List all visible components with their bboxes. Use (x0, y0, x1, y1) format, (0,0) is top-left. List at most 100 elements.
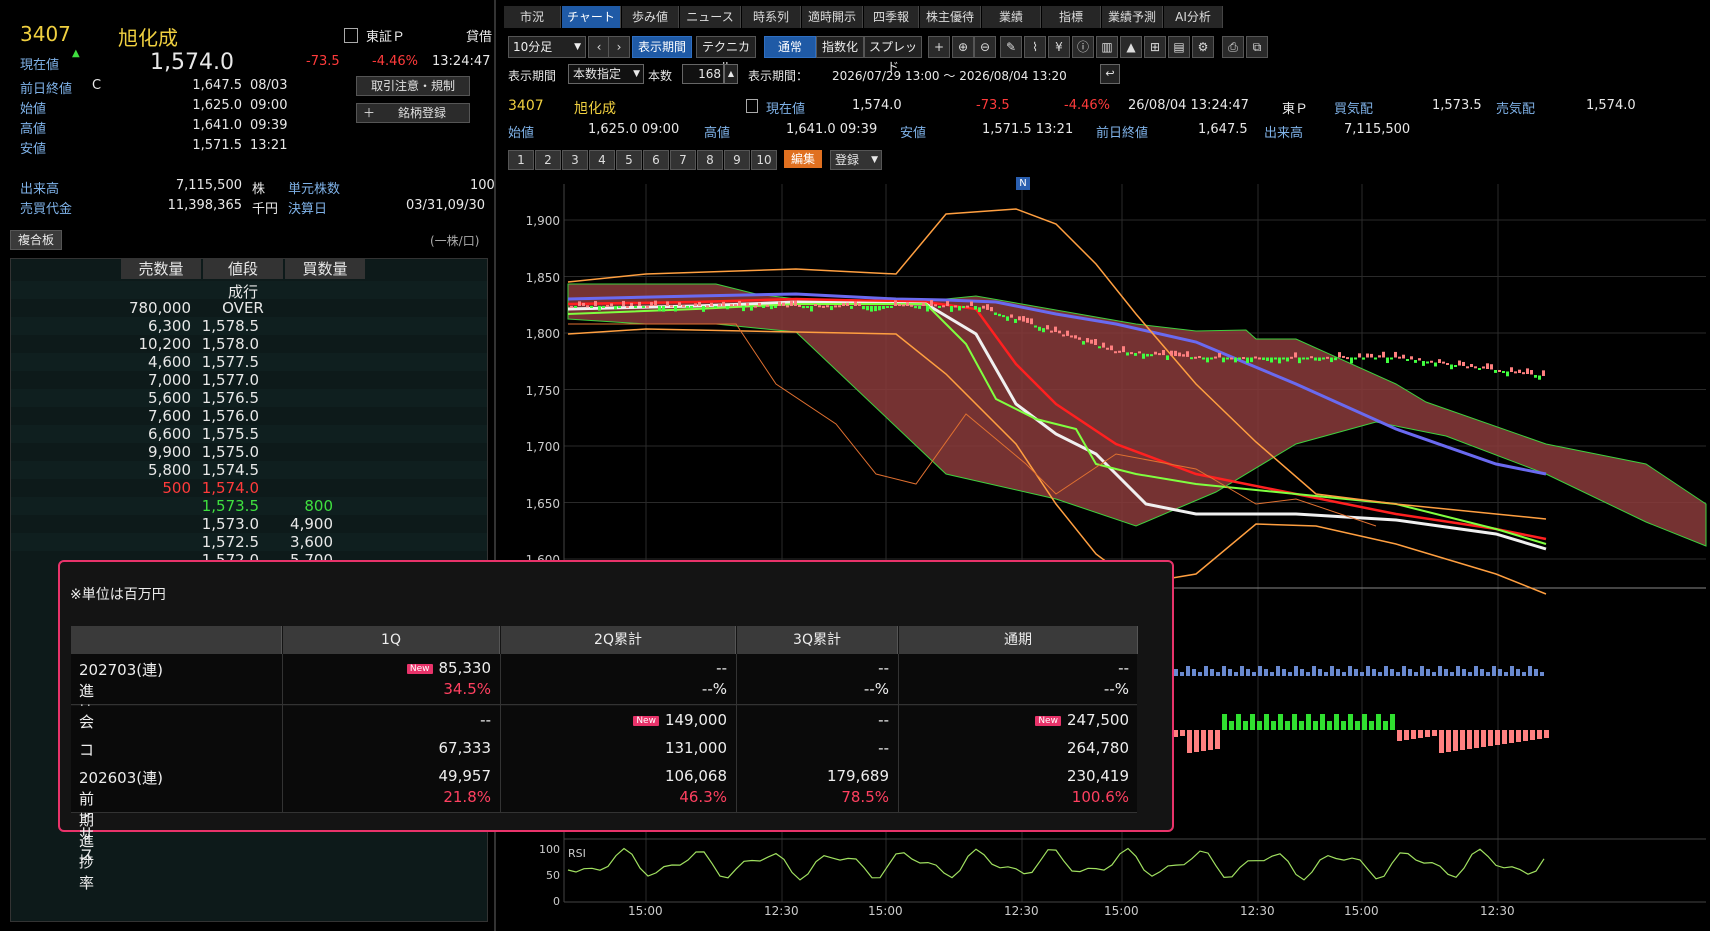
news-marker-icon[interactable]: N (1016, 177, 1030, 190)
book-price[interactable]: 1,576.5 (197, 389, 259, 407)
candle (946, 301, 949, 306)
next-icon[interactable]: › (608, 36, 630, 58)
ch-volume: 7,115,500 (1344, 122, 1411, 137)
tab-9[interactable]: 指標 (1042, 6, 1101, 28)
tab-6[interactable]: 四季報 (864, 6, 919, 28)
book-price[interactable]: 1,575.5 (197, 425, 259, 443)
chart-register-select[interactable]: 登録 ▼ (830, 150, 882, 170)
period-mode-select[interactable]: 本数指定 ▼ (568, 64, 644, 84)
book-row[interactable]: 6,600 1,575.5 (11, 425, 487, 443)
spread-button[interactable]: スプレッド (864, 36, 922, 74)
book-row[interactable]: 1,573.5 800 (11, 497, 487, 515)
interval-select[interactable]: 10分足 ▼ (508, 36, 586, 58)
zoom-out-icon[interactable]: ⊖ (974, 36, 996, 58)
memo-icon[interactable] (344, 28, 358, 43)
candle (1210, 357, 1213, 360)
candle (1246, 357, 1249, 364)
book-price[interactable]: 1,577.0 (197, 371, 259, 389)
wrench-icon[interactable]: ⚙ (1192, 36, 1214, 58)
register-button[interactable]: ＋ 銘柄登録 (356, 103, 470, 123)
chart-tab-3[interactable]: 3 (562, 150, 588, 170)
book-row[interactable]: 6,300 1,578.5 (11, 317, 487, 335)
chart-tab-1[interactable]: 1 (508, 150, 534, 170)
chart-tab-10[interactable]: 10 (751, 150, 777, 170)
zoom-in-icon[interactable]: ⊕ (952, 36, 974, 58)
book-sell-qty: 500 (162, 479, 191, 497)
book-price[interactable]: 1,577.5 (197, 353, 259, 371)
book-price[interactable]: OVER (203, 299, 283, 317)
crosshair-icon[interactable]: + (928, 36, 950, 58)
rsi-tick: 0 (553, 895, 560, 908)
book-price[interactable]: 1,574.0 (197, 479, 259, 497)
book-row[interactable]: 7,600 1,576.0 (11, 407, 487, 425)
indexed-button[interactable]: 指数化 (816, 36, 864, 58)
book-price[interactable]: 1,574.5 (197, 461, 259, 479)
memo-icon[interactable] (746, 99, 758, 113)
technical-button[interactable]: テクニカル (696, 36, 756, 74)
edit-button[interactable]: 編集 (784, 150, 822, 168)
book-row[interactable]: 10,200 1,578.0 (11, 335, 487, 353)
candle (1198, 356, 1201, 359)
volume-icon[interactable]: ▤ (1168, 36, 1190, 58)
book-row[interactable]: 5,800 1,574.5 (11, 461, 487, 479)
pencil-icon[interactable]: ✎ (1000, 36, 1022, 58)
book-price[interactable]: 1,578.0 (197, 335, 259, 353)
candle-icon[interactable]: ▥ (1096, 36, 1118, 58)
book-row[interactable]: 4,600 1,577.5 (11, 353, 487, 371)
tab-8[interactable]: 業績 (982, 6, 1041, 28)
book-row[interactable]: 500 1,574.0 (11, 479, 487, 497)
book-price[interactable]: 1,573.0 (197, 515, 259, 533)
info-icon[interactable]: ⓘ (1072, 36, 1094, 58)
candle (1306, 357, 1309, 360)
count-input[interactable]: 168 (682, 64, 724, 84)
normal-button[interactable]: 通常 (764, 36, 816, 58)
caution-button[interactable]: 取引注意・規制 (356, 76, 470, 96)
book-row[interactable]: 1,572.5 3,600 (11, 533, 487, 551)
count-stepper[interactable]: ▲ (724, 64, 738, 84)
book-price[interactable]: 1,573.5 (197, 497, 259, 515)
chart-tab-9[interactable]: 9 (724, 150, 750, 170)
wave-icon[interactable]: ⌇ (1024, 36, 1046, 58)
popout-icon[interactable]: ⧉ (1246, 36, 1268, 58)
yen-icon[interactable]: ¥ (1048, 36, 1070, 58)
book-price[interactable]: 1,575.0 (197, 443, 259, 461)
book-row[interactable]: 成行 (11, 281, 487, 301)
chart-tab-7[interactable]: 7 (670, 150, 696, 170)
book-row[interactable]: 780,000 OVER (11, 299, 487, 317)
tab-10[interactable]: 業績予測 (1102, 6, 1163, 28)
volume-bar (1354, 669, 1358, 676)
chart-tab-4[interactable]: 4 (589, 150, 615, 170)
prev-icon[interactable]: ‹ (588, 36, 610, 58)
book-price[interactable]: 1,578.5 (197, 317, 259, 335)
macd-bar (1271, 721, 1276, 730)
tab-1[interactable]: チャート (562, 6, 621, 28)
print-icon[interactable]: ⎙ (1222, 36, 1244, 58)
candle (670, 305, 673, 308)
book-row[interactable]: 7,000 1,577.0 (11, 371, 487, 389)
chart-tab-5[interactable]: 5 (616, 150, 642, 170)
volume-bar (1372, 669, 1376, 676)
chart-tab-6[interactable]: 6 (643, 150, 669, 170)
reset-icon[interactable]: ↩ (1100, 64, 1120, 84)
tab-7[interactable]: 株主優待 (920, 6, 981, 28)
book-row[interactable]: 1,573.0 4,900 (11, 515, 487, 533)
tab-4[interactable]: 時系列 (742, 6, 801, 28)
rsi-label: RSI (568, 847, 586, 860)
chart-tab-2[interactable]: 2 (535, 150, 561, 170)
book-row[interactable]: 9,900 1,575.0 (11, 443, 487, 461)
tab-11[interactable]: AI分析 (1164, 6, 1223, 28)
book-price[interactable]: 1,572.5 (197, 533, 259, 551)
tab-composite-board[interactable]: 複合板 (10, 230, 62, 250)
tab-2[interactable]: 歩み値 (622, 6, 679, 28)
fit-icon[interactable]: ⊞ (1144, 36, 1166, 58)
macd-bar (1425, 730, 1430, 737)
display-period-button[interactable]: 表示期間 (632, 36, 692, 58)
book-price[interactable]: 1,576.0 (197, 407, 259, 425)
area-icon[interactable]: ▲ (1120, 36, 1142, 58)
volume-bar (1384, 666, 1388, 676)
tab-3[interactable]: ニュース (680, 6, 741, 28)
book-row[interactable]: 5,600 1,576.5 (11, 389, 487, 407)
tab-0[interactable]: 市況 (504, 6, 561, 28)
tab-5[interactable]: 適時開示 (802, 6, 863, 28)
chart-tab-8[interactable]: 8 (697, 150, 723, 170)
